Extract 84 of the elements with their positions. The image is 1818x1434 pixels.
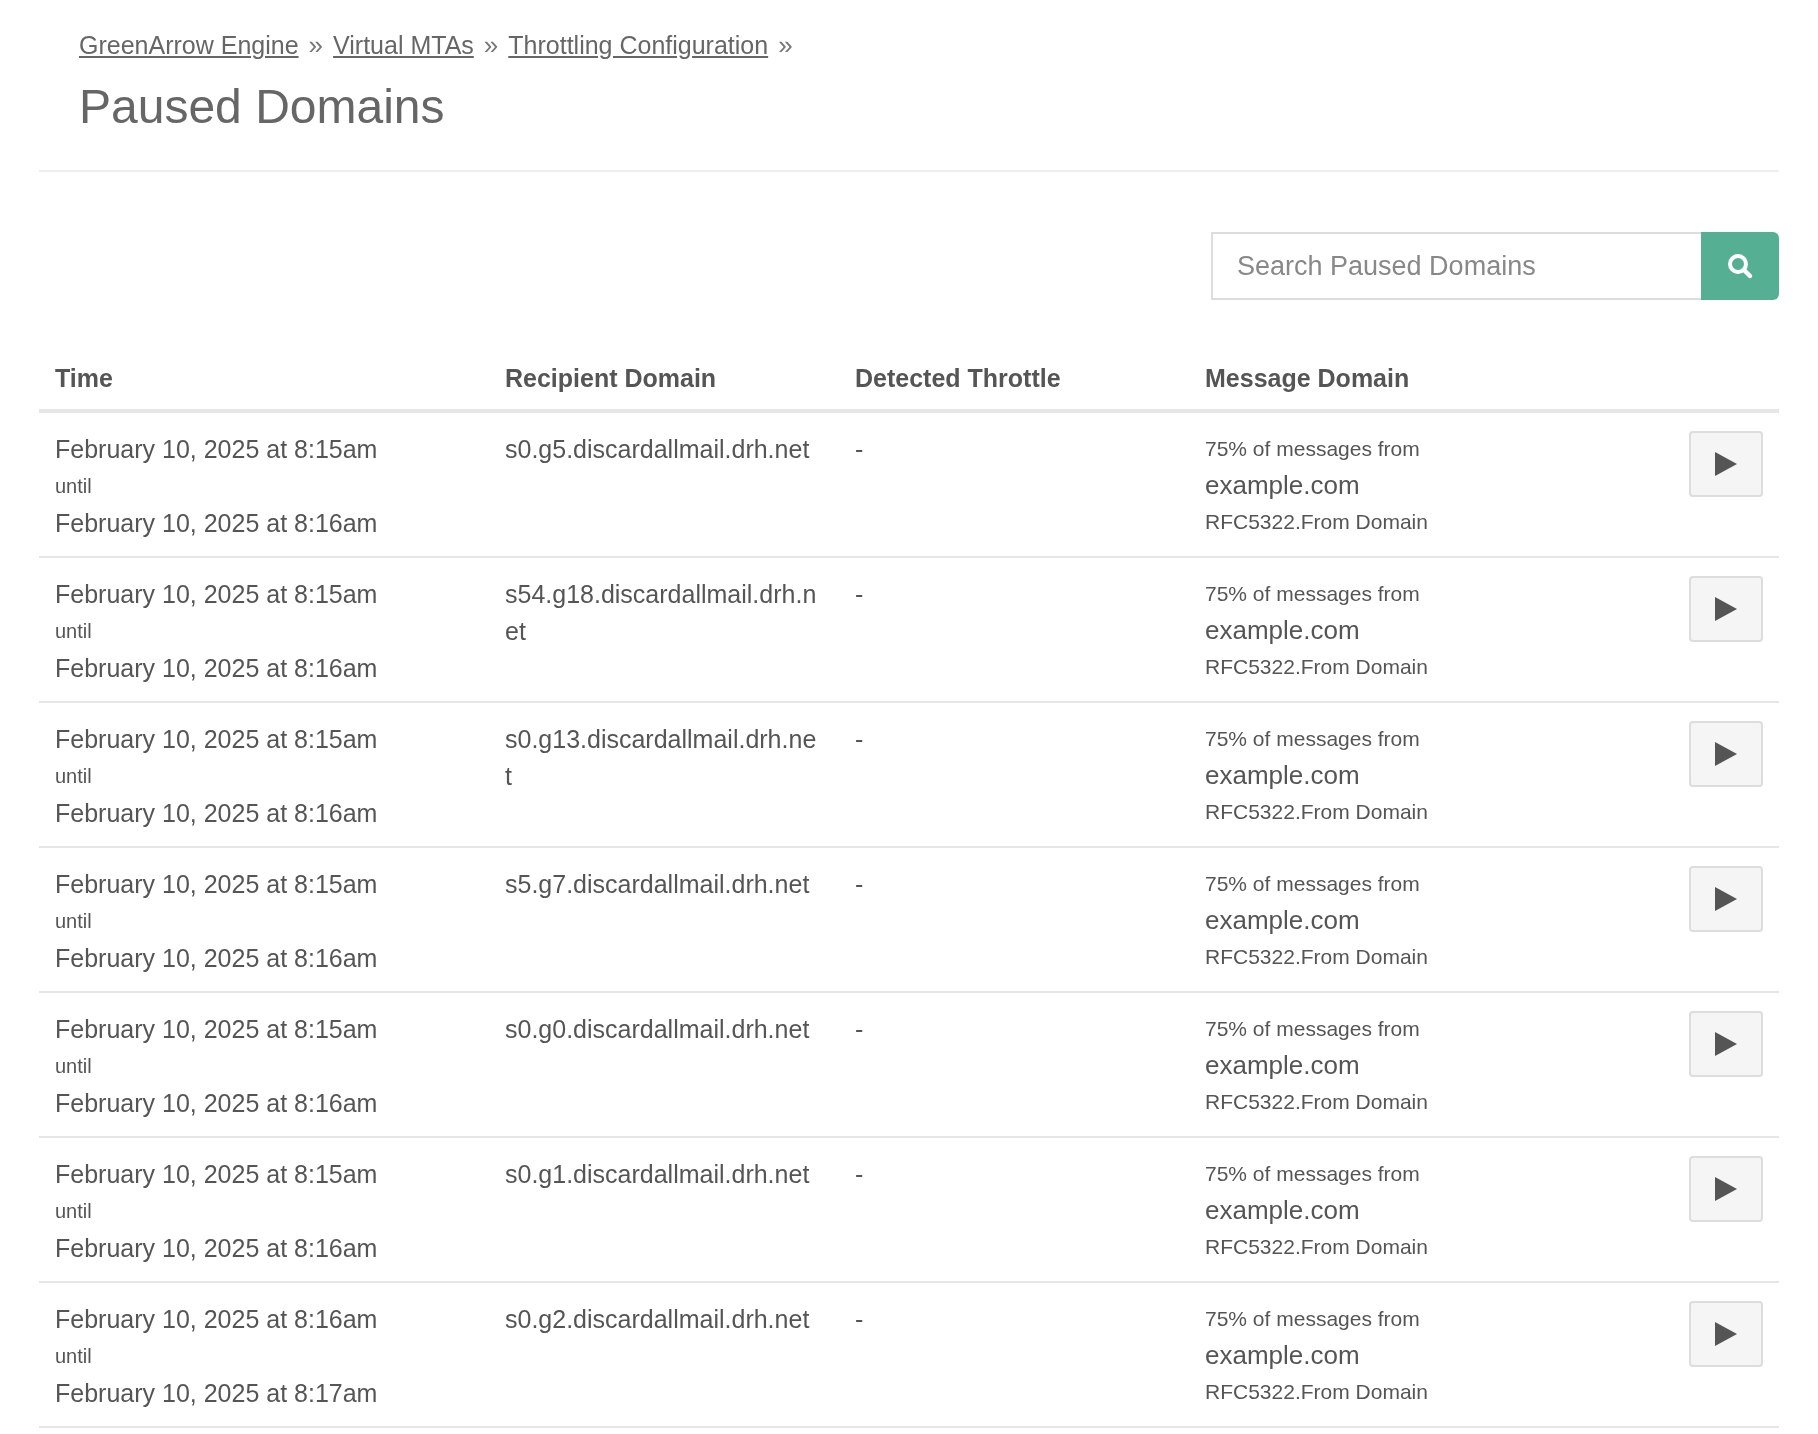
play-icon	[1715, 1177, 1737, 1201]
start-time: February 10, 2025 at 8:15am	[55, 724, 379, 755]
domain-source: RFC5322.From Domain	[1205, 654, 1429, 680]
message-domain: example.com	[1205, 1194, 1361, 1227]
play-icon	[1715, 887, 1737, 911]
until-label: until	[55, 1054, 93, 1079]
message-domain: example.com	[1205, 904, 1361, 937]
search-field[interactable]: Search Paused Domains	[1211, 232, 1701, 300]
column-header: Time	[39, 350, 489, 411]
search-button[interactable]	[1701, 232, 1779, 300]
detected-throttle: -	[855, 434, 865, 465]
message-share: 75% of messages from	[1205, 1016, 1421, 1042]
end-time: February 10, 2025 at 8:16am	[55, 1233, 379, 1264]
detected-throttle: -	[855, 1014, 865, 1045]
until-label: until	[55, 764, 93, 789]
start-time: February 10, 2025 at 8:15am	[55, 1159, 379, 1190]
message-domain: example.com	[1205, 1339, 1361, 1372]
message-domain: example.com	[1205, 1049, 1361, 1082]
breadcrumb-link[interactable]: Virtual MTAs	[333, 31, 474, 60]
play-button[interactable]	[1689, 1011, 1763, 1077]
recipient-domain: s54.g18.discardallmail.drh.net	[505, 579, 818, 647]
end-time: February 10, 2025 at 8:16am	[55, 508, 379, 539]
message-share: 75% of messages from	[1205, 581, 1421, 607]
message-domain: example.com	[1205, 614, 1361, 647]
message-share: 75% of messages from	[1205, 726, 1421, 752]
play-icon	[1715, 742, 1737, 766]
message-share: 75% of messages from	[1205, 1161, 1421, 1187]
start-time: February 10, 2025 at 8:15am	[55, 1014, 379, 1045]
breadcrumb-link[interactable]: Throttling Configuration	[508, 31, 769, 60]
end-time: February 10, 2025 at 8:17am	[55, 1378, 379, 1409]
column-header: Recipient Domain	[489, 350, 839, 411]
recipient-domain: s0.g5.discardallmail.drh.net	[505, 434, 811, 465]
search-icon	[1726, 252, 1754, 280]
domain-source: RFC5322.From Domain	[1205, 944, 1429, 970]
end-time: February 10, 2025 at 8:16am	[55, 798, 379, 829]
detected-throttle: -	[855, 724, 865, 755]
domain-source: RFC5322.From Domain	[1205, 799, 1429, 825]
play-icon	[1715, 1322, 1737, 1346]
end-time: February 10, 2025 at 8:16am	[55, 1088, 379, 1119]
start-time: February 10, 2025 at 8:15am	[55, 869, 379, 900]
until-label: until	[55, 474, 93, 499]
play-button[interactable]	[1689, 1301, 1763, 1367]
domain-source: RFC5322.From Domain	[1205, 509, 1429, 535]
column-header: Detected Throttle	[839, 350, 1189, 411]
recipient-domain: s5.g7.discardallmail.drh.net	[505, 869, 811, 900]
message-share: 75% of messages from	[1205, 436, 1421, 462]
domain-source: RFC5322.From Domain	[1205, 1379, 1429, 1405]
play-button[interactable]	[1689, 1156, 1763, 1222]
domain-source: RFC5322.From Domain	[1205, 1234, 1429, 1260]
recipient-domain: s0.g2.discardallmail.drh.net	[505, 1304, 811, 1335]
page-title: Paused Domains	[79, 79, 446, 134]
end-time: February 10, 2025 at 8:16am	[55, 943, 379, 974]
message-share: 75% of messages from	[1205, 871, 1421, 897]
breadcrumb-separator: »	[308, 30, 324, 61]
domain-source: RFC5322.From Domain	[1205, 1089, 1429, 1115]
play-icon	[1715, 452, 1737, 476]
column-header: Message Domain	[1189, 350, 1606, 411]
breadcrumb-link[interactable]: GreenArrow Engine	[79, 31, 299, 60]
recipient-domain: s0.g13.discardallmail.drh.net	[505, 724, 818, 792]
play-button[interactable]	[1689, 576, 1763, 642]
play-button[interactable]	[1689, 431, 1763, 497]
until-label: until	[55, 1199, 93, 1224]
until-label: until	[55, 619, 93, 644]
start-time: February 10, 2025 at 8:15am	[55, 434, 379, 465]
play-button[interactable]	[1689, 866, 1763, 932]
until-label: until	[55, 1344, 93, 1369]
breadcrumb-separator: »	[778, 30, 793, 61]
detected-throttle: -	[855, 1304, 865, 1335]
until-label: until	[55, 909, 93, 934]
recipient-domain: s0.g1.discardallmail.drh.net	[505, 1159, 811, 1190]
start-time: February 10, 2025 at 8:15am	[55, 579, 379, 610]
start-time: February 10, 2025 at 8:16am	[55, 1304, 379, 1335]
play-icon	[1715, 597, 1737, 621]
recipient-domain: s0.g0.discardallmail.drh.net	[505, 1014, 811, 1045]
detected-throttle: -	[855, 579, 865, 610]
end-time: February 10, 2025 at 8:16am	[55, 653, 379, 684]
message-share: 75% of messages from	[1205, 1306, 1421, 1332]
detected-throttle: -	[855, 1159, 865, 1190]
breadcrumb-separator: »	[483, 30, 499, 61]
play-icon	[1715, 1032, 1737, 1056]
play-button[interactable]	[1689, 721, 1763, 787]
detected-throttle: -	[855, 869, 865, 900]
message-domain: example.com	[1205, 759, 1361, 792]
message-domain: example.com	[1205, 469, 1361, 502]
